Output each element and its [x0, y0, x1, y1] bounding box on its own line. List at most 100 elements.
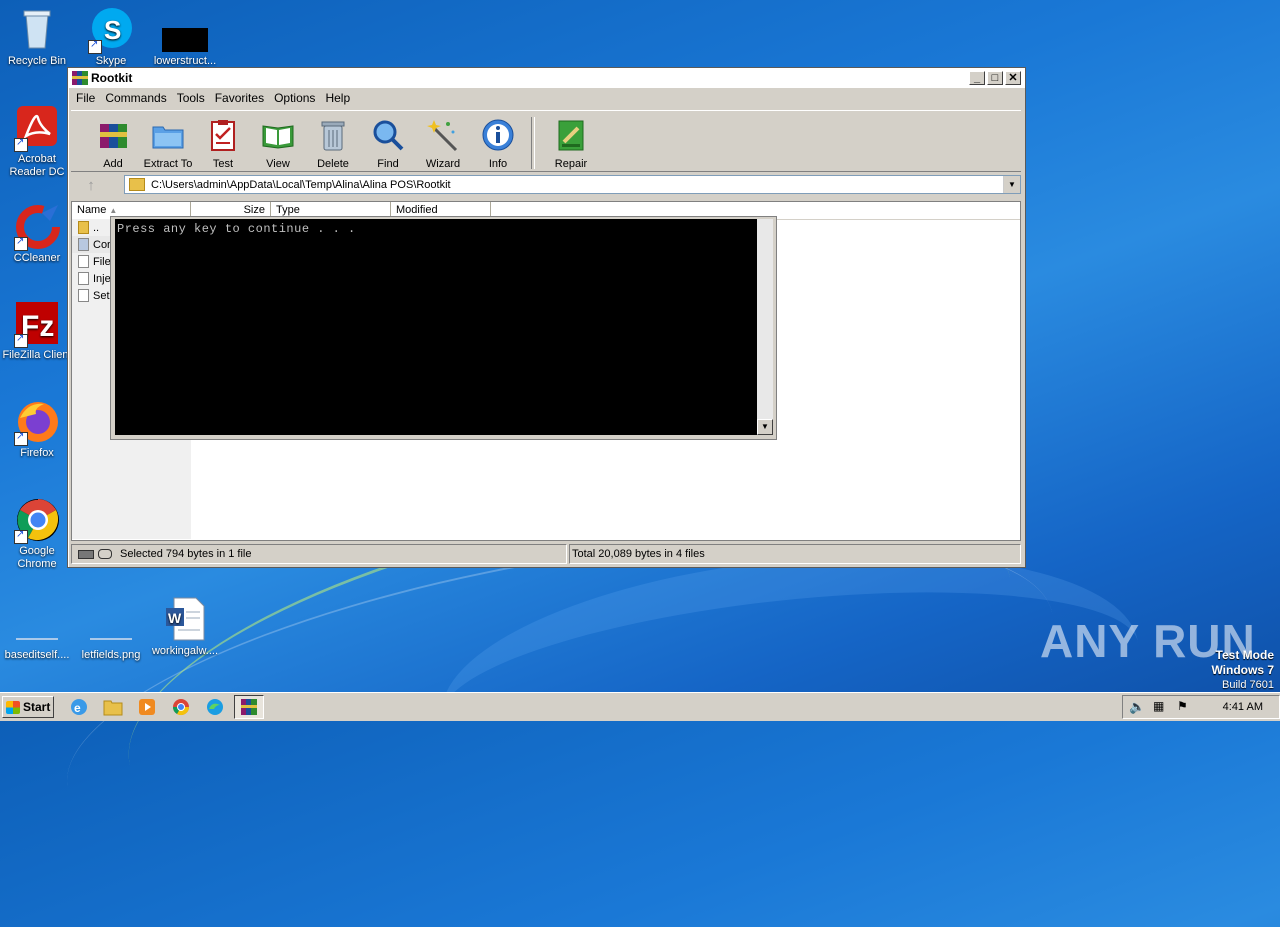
console-output[interactable]: Press any key to continue . . .: [115, 219, 757, 435]
internet-explorer-icon[interactable]: e: [68, 697, 90, 717]
chrome-icon: [14, 496, 60, 544]
minimize-button[interactable]: _: [969, 71, 985, 85]
test-button[interactable]: Test: [195, 111, 251, 171]
menu-favorites[interactable]: Favorites: [210, 91, 269, 105]
svg-text:W: W: [168, 610, 182, 626]
desktop-icon-label: Recycle Bin: [7, 55, 67, 67]
desktop-icon-chrome[interactable]: Google Chrome: [0, 496, 74, 571]
network-icon[interactable]: ▦: [1153, 699, 1164, 713]
file-icon: [78, 272, 89, 285]
key-icon: [98, 549, 112, 559]
desktop-icon-label: Firefox: [20, 447, 54, 459]
scroll-down-arrow-icon[interactable]: ▼: [757, 419, 773, 435]
repair-label: Repair: [554, 158, 588, 170]
svg-text:e: e: [74, 701, 81, 715]
ccleaner-icon: [14, 203, 60, 251]
explorer-folder-icon[interactable]: [102, 697, 124, 717]
desktop-icon-skype[interactable]: S Skype: [74, 6, 148, 68]
file-thumbnail-icon: [162, 6, 208, 52]
shortcut-arrow-icon: [14, 136, 28, 152]
chevron-down-icon[interactable]: ▼: [1003, 176, 1020, 193]
shortcut-arrow-icon: [88, 38, 102, 54]
path-text: C:\Users\admin\AppData\Local\Temp\Alina\…: [151, 178, 451, 191]
edge-icon[interactable]: [204, 697, 226, 717]
test-mode-line3: Build 7601: [1222, 679, 1274, 691]
extract-folder-icon: [152, 126, 184, 149]
drive-icon: [78, 549, 94, 559]
start-label: Start: [23, 700, 51, 714]
shortcut-arrow-icon: [14, 430, 28, 446]
chrome-taskbar-icon[interactable]: [170, 697, 192, 717]
system-tray: 🔈 ▦ ⚑ 4:41 AM: [1122, 695, 1280, 719]
close-button[interactable]: ✕: [1005, 71, 1021, 85]
firefox-icon: [14, 398, 60, 446]
desktop-icon-letfields[interactable]: letfields.png: [74, 600, 148, 662]
toolbar-separator: [531, 117, 535, 169]
menu-help[interactable]: Help: [320, 91, 355, 105]
view-button[interactable]: View: [250, 111, 306, 171]
up-folder-button[interactable]: ↑: [77, 177, 105, 195]
test-mode-notice: Test Mode Windows 7 Build 7601: [1211, 648, 1274, 692]
image-file-icon: [88, 600, 134, 646]
title-bar[interactable]: Rootkit _ □ ✕: [68, 68, 1025, 88]
maximize-button[interactable]: □: [987, 71, 1003, 85]
start-button[interactable]: Start: [2, 696, 54, 718]
find-button[interactable]: Find: [360, 111, 416, 171]
volume-icon[interactable]: 🔈: [1129, 699, 1145, 715]
info-icon: [482, 119, 514, 151]
desktop-icon-filezilla[interactable]: Fz FileZilla Client: [0, 300, 74, 362]
add-button[interactable]: Add: [85, 111, 141, 171]
path-combobox[interactable]: C:\Users\admin\AppData\Local\Temp\Alina\…: [124, 175, 1021, 194]
console-scrollbar[interactable]: ▼: [757, 219, 773, 435]
action-center-flag-icon[interactable]: ⚑: [1177, 699, 1188, 713]
view-book-icon: [262, 125, 294, 149]
menu-commands[interactable]: Commands: [100, 91, 171, 105]
desktop-icon-label: lowerstruct...: [153, 55, 217, 67]
desktop-icon-label: letfields.png: [81, 649, 141, 661]
winrar-taskbar-button[interactable]: [234, 695, 264, 719]
desktop-icon-workingalw[interactable]: W workingalw....: [148, 596, 222, 658]
status-selection: Selected 794 bytes in 1 file: [120, 548, 252, 560]
desktop-icon-label: Google Chrome: [17, 545, 57, 570]
repair-button[interactable]: Repair: [543, 111, 599, 171]
taskbar: Start e 🔈 ▦ ⚑ 4:41 AM: [0, 692, 1280, 721]
parent-folder-icon: [78, 221, 89, 234]
desktop-icon-lowerstruct[interactable]: lowerstruct...: [148, 6, 222, 68]
menu-bar: File Commands Tools Favorites Options He…: [68, 88, 1025, 108]
file-name: File: [93, 255, 111, 268]
delete-label: Delete: [317, 158, 349, 170]
desktop-icon-acrobat[interactable]: Acrobat Reader DC: [0, 104, 74, 179]
menu-tools[interactable]: Tools: [172, 91, 210, 105]
info-label: Info: [488, 158, 508, 170]
menu-options[interactable]: Options: [269, 91, 320, 105]
toolbar: Add Extract To Test View Delete Find Wiz…: [71, 110, 1021, 172]
info-button[interactable]: Info: [470, 111, 526, 171]
repair-kit-icon: [558, 120, 584, 151]
desktop-icon-recycle-bin[interactable]: Recycle Bin: [0, 6, 74, 68]
extract-to-button[interactable]: Extract To: [140, 111, 196, 171]
magnifier-icon: [373, 120, 404, 151]
wizard-button[interactable]: Wizard: [415, 111, 471, 171]
skype-icon: S: [88, 6, 134, 54]
recycle-bin-icon: [14, 6, 60, 52]
desktop-icon-baseditself[interactable]: baseditself....: [0, 600, 74, 662]
shortcut-arrow-icon: [14, 235, 28, 251]
word-document-icon: W: [162, 596, 208, 642]
sort-arrow-icon: ▲: [109, 206, 118, 215]
clock[interactable]: 4:41 AM: [1223, 701, 1263, 713]
media-player-icon[interactable]: [136, 697, 158, 717]
acrobat-icon: [14, 104, 60, 152]
wand-icon: [427, 120, 458, 152]
file-name: Inje: [93, 272, 111, 285]
extract-to-label: Extract To: [143, 158, 193, 170]
filezilla-icon: Fz: [14, 300, 60, 348]
menu-file[interactable]: File: [71, 91, 100, 105]
desktop-icon-ccleaner[interactable]: CCleaner: [0, 203, 74, 265]
delete-button[interactable]: Delete: [305, 111, 361, 171]
shortcut-arrow-icon: [14, 332, 28, 348]
winrar-taskbar-icon: [241, 699, 257, 715]
console-window[interactable]: Press any key to continue . . . ▼: [110, 216, 777, 440]
view-label: View: [266, 158, 290, 170]
shortcut-arrow-icon: [14, 528, 28, 544]
desktop-icon-firefox[interactable]: Firefox: [0, 398, 74, 460]
